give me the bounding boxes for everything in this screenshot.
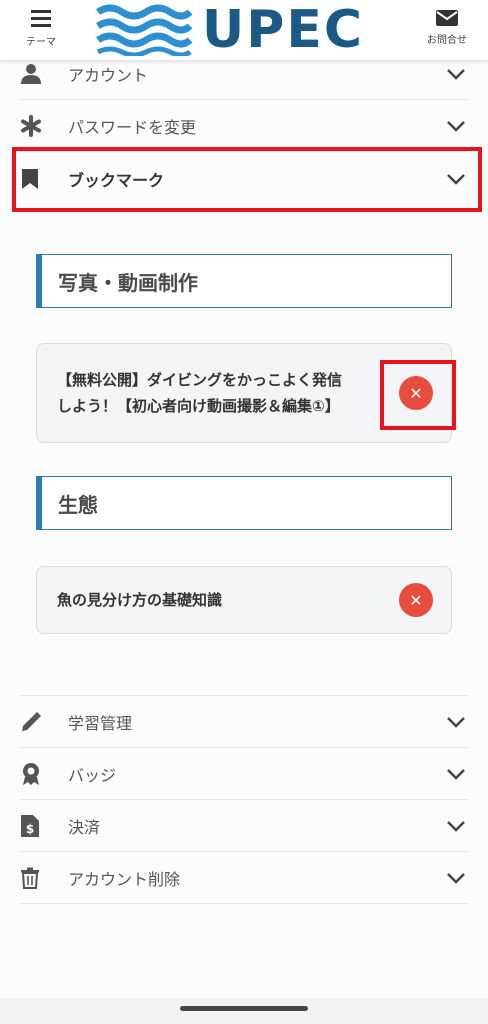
delete-bookmark-button[interactable]: ✕ bbox=[399, 583, 433, 617]
menu-item-learning[interactable]: 学習管理 bbox=[20, 695, 468, 748]
chevron-down-icon bbox=[444, 68, 468, 80]
invoice-icon: $ bbox=[20, 814, 50, 838]
theme-label: テーマ bbox=[26, 37, 56, 48]
envelope-icon bbox=[436, 10, 458, 26]
menu-item-label: 学習管理 bbox=[68, 713, 133, 733]
close-icon: ✕ bbox=[409, 590, 423, 610]
highlight-frame bbox=[380, 360, 456, 430]
chevron-down-icon bbox=[444, 820, 468, 832]
contact-label: お問合せ bbox=[427, 35, 467, 46]
bookmark-title-line: しよう！【初心者向け動画撮影＆編集①】 bbox=[57, 397, 340, 415]
theme-button[interactable]: テーマ bbox=[16, 8, 66, 56]
upec-logo[interactable]: UPEC bbox=[96, 2, 386, 58]
menu-item-change-password[interactable]: パスワードを変更 bbox=[20, 100, 468, 152]
menu-item-label: バッジ bbox=[68, 765, 117, 785]
badge-icon bbox=[20, 762, 50, 786]
section-header: 生態 bbox=[36, 476, 452, 530]
chevron-down-icon bbox=[444, 716, 468, 728]
system-nav-bar bbox=[0, 998, 488, 1024]
contact-button[interactable]: お問合せ bbox=[422, 8, 472, 56]
hamburger-icon bbox=[31, 10, 51, 27]
menu-item-payment[interactable]: $ 決済 bbox=[20, 800, 468, 852]
highlight-frame bbox=[12, 147, 482, 212]
chevron-down-icon bbox=[444, 872, 468, 884]
pencil-icon bbox=[20, 711, 50, 733]
logo-text: UPEC bbox=[202, 0, 365, 60]
menu-item-label: パスワードを変更 bbox=[68, 117, 197, 137]
bookmark-title-line: 【無料公開】ダイビングをかっこよく発信 bbox=[57, 371, 343, 389]
menu-item-label: 決済 bbox=[68, 817, 101, 837]
chevron-down-icon bbox=[444, 768, 468, 780]
svg-text:$: $ bbox=[26, 822, 34, 836]
person-icon bbox=[20, 63, 50, 85]
menu-item-badge[interactable]: バッジ bbox=[20, 748, 468, 800]
bookmark-card[interactable]: 魚の見分け方の基礎知識 ✕ bbox=[36, 566, 452, 634]
trash-icon bbox=[20, 867, 50, 889]
menu-item-label: アカウント削除 bbox=[68, 869, 181, 889]
section-header: 写真・動画制作 bbox=[36, 254, 452, 308]
bookmark-title: 【無料公開】ダイビングをかっこよく発信 しよう！【初心者向け動画撮影＆編集①】 bbox=[57, 367, 399, 419]
bookmark-title: 魚の見分け方の基礎知識 bbox=[57, 591, 223, 609]
app-header: テーマ UPEC お問合せ bbox=[0, 0, 488, 60]
chevron-down-icon bbox=[444, 120, 468, 132]
home-indicator[interactable] bbox=[180, 1006, 308, 1011]
menu-item-label: アカウント bbox=[68, 65, 149, 85]
menu-item-delete-account[interactable]: アカウント削除 bbox=[20, 852, 468, 904]
asterisk-icon bbox=[20, 114, 50, 137]
waves-logo-icon bbox=[96, 4, 192, 56]
